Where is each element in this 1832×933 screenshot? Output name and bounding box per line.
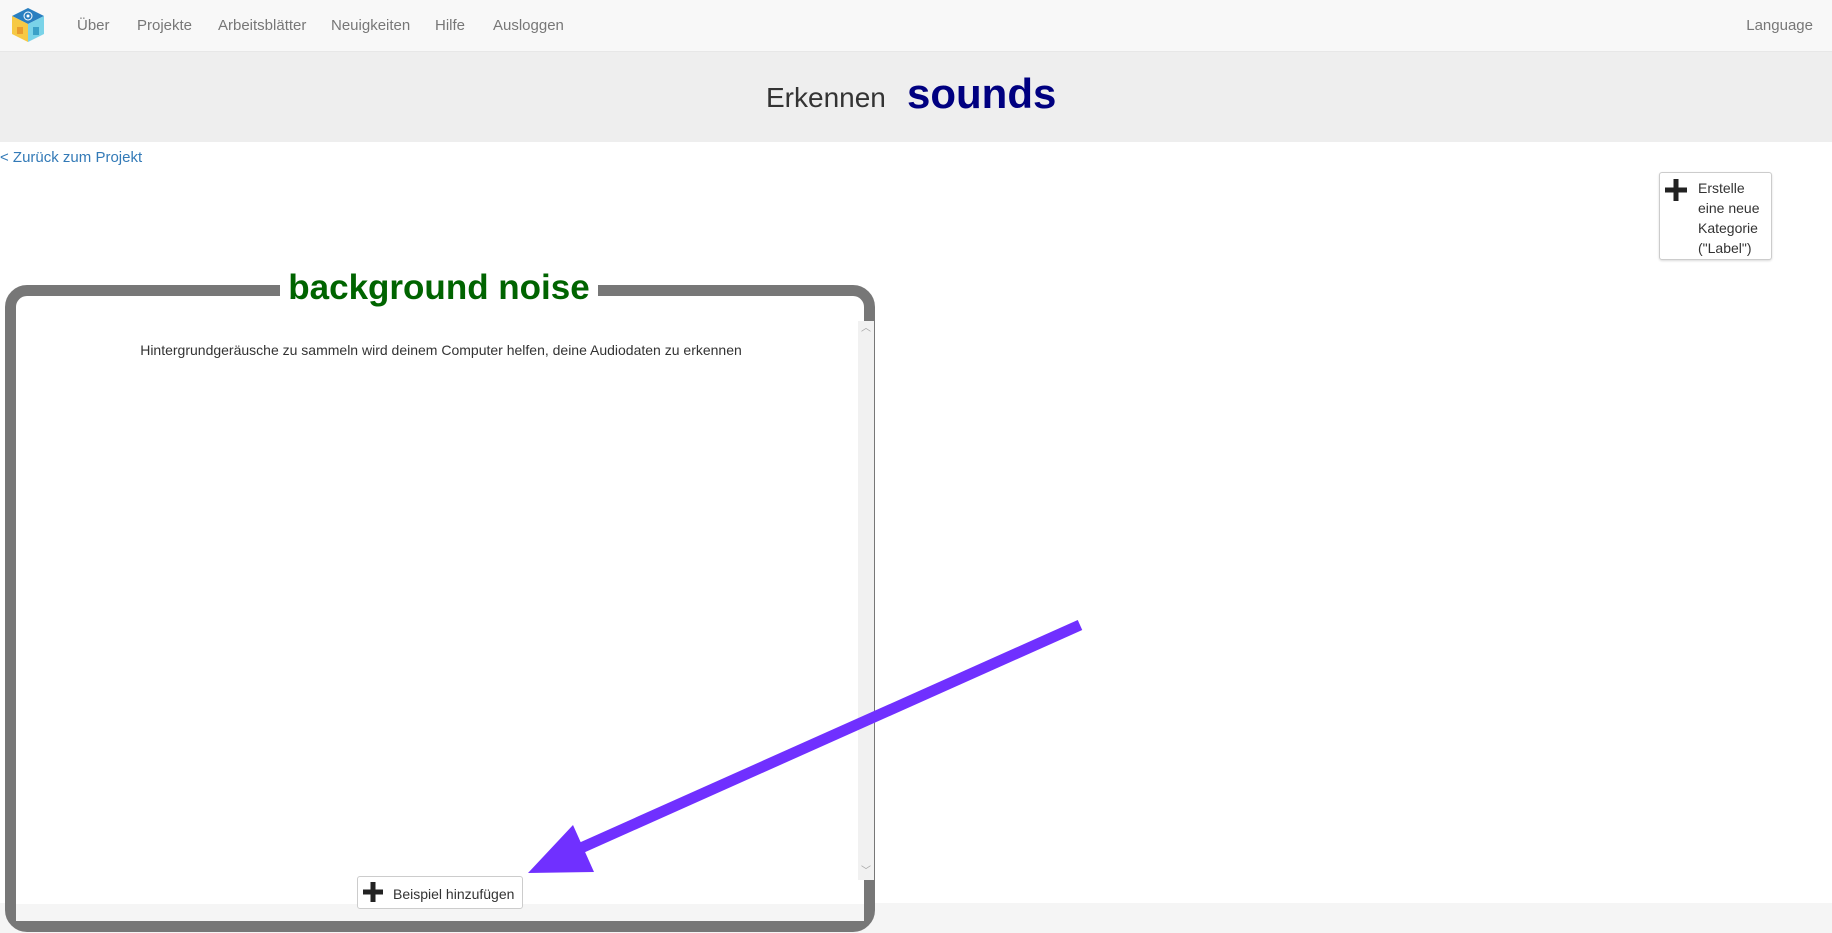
page-title-bar: Erkennen sounds [0,52,1832,142]
label-title-container: background noise [280,269,598,307]
label-description: Hintergrundgeräusche zu sammeln wird dei… [140,342,742,358]
plus-icon [1665,179,1687,201]
nav-item-ausloggen[interactable]: Ausloggen [493,17,564,34]
add-new-label-text: Erstelle eine neue Kategorie ("Label") [1698,180,1760,256]
add-example-button[interactable]: Beispiel hinzufügen [357,876,523,909]
back-to-project-link[interactable]: < Zurück zum Projekt [0,149,142,166]
nav-item-hilfe[interactable]: Hilfe [435,17,465,34]
label-panel-background-noise: Hintergrundgeräusche zu sammeln wird dei… [5,285,875,932]
panel-scrollbar[interactable]: ︿ ﹀ [858,321,874,880]
nav-item-neuigkeiten[interactable]: Neuigkeiten [331,17,410,34]
scroll-up-icon[interactable]: ︿ [858,321,874,337]
page-title-prefix: Erkennen [766,82,886,113]
language-menu[interactable]: Language [1746,17,1813,34]
nav-item-projekte[interactable]: Projekte [137,17,192,34]
nav-item-arbeitsblaetter[interactable]: Arbeitsblätter [218,17,306,34]
add-new-label-button[interactable]: Erstelle eine neue Kategorie ("Label") [1659,172,1772,260]
nav-item-ueber[interactable]: Über [77,17,110,34]
plus-icon [363,882,383,902]
label-title: background noise [288,268,590,307]
ml-cube-logo-icon[interactable] [9,6,47,44]
scroll-down-icon[interactable]: ﹀ [858,864,874,880]
add-example-label: Beispiel hinzufügen [393,886,515,902]
project-name: sounds [907,70,1057,117]
top-navbar: Über Projekte Arbeitsblätter Neuigkeiten… [0,0,1832,52]
